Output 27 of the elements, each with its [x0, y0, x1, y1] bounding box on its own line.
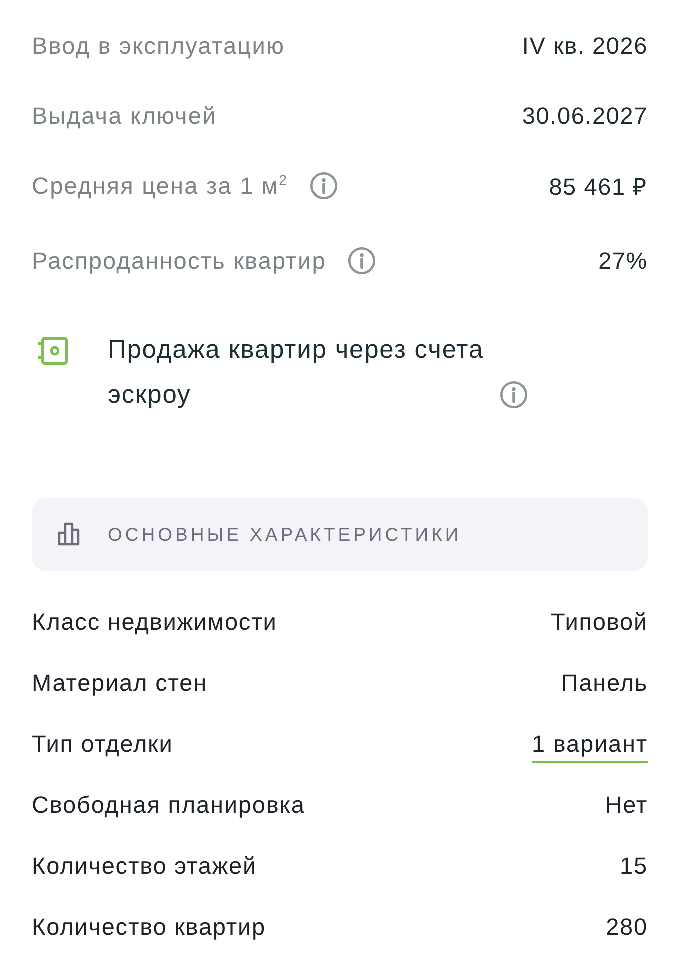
escrow-text: Продажа квартир через счета эскроу	[108, 335, 485, 411]
field-value: IV кв. 2026	[522, 32, 648, 60]
field-value: Панель	[561, 670, 648, 697]
field-label: Количество квартир	[32, 914, 266, 941]
info-icon[interactable]	[348, 247, 376, 275]
safe-icon	[38, 337, 68, 365]
section-title: ОСНОВНЫЕ ХАРАКТЕРИСТИКИ	[108, 524, 462, 546]
field-label: Материал стен	[32, 670, 208, 697]
field-value: Нет	[605, 792, 648, 819]
info-icon[interactable]	[310, 172, 338, 200]
field-value: 27%	[598, 248, 648, 275]
field-label: Распроданность квартир	[32, 248, 326, 274]
field-label: Средняя цена за 1 м$^{2}$	[32, 172, 288, 200]
field-value: 280	[606, 914, 648, 941]
field-label: Тип отделки	[32, 731, 174, 758]
info-icon[interactable]	[500, 381, 528, 409]
value-link[interactable]: 1 вариант	[532, 731, 648, 763]
field-value: Типовой	[551, 609, 648, 636]
field-label: Класс недвижимости	[32, 609, 278, 636]
bar-chart-icon	[58, 522, 80, 546]
field-label: Ввод в эксплуатацию	[32, 32, 286, 60]
field-label: Количество этажей	[32, 853, 257, 880]
field-label: Выдача ключей	[32, 102, 217, 130]
field-value: 30.06.2027	[522, 102, 648, 130]
field-value: 85 461 ₽	[549, 173, 648, 202]
field-value: 15	[620, 853, 648, 880]
field-label: Свободная планировка	[32, 792, 306, 819]
